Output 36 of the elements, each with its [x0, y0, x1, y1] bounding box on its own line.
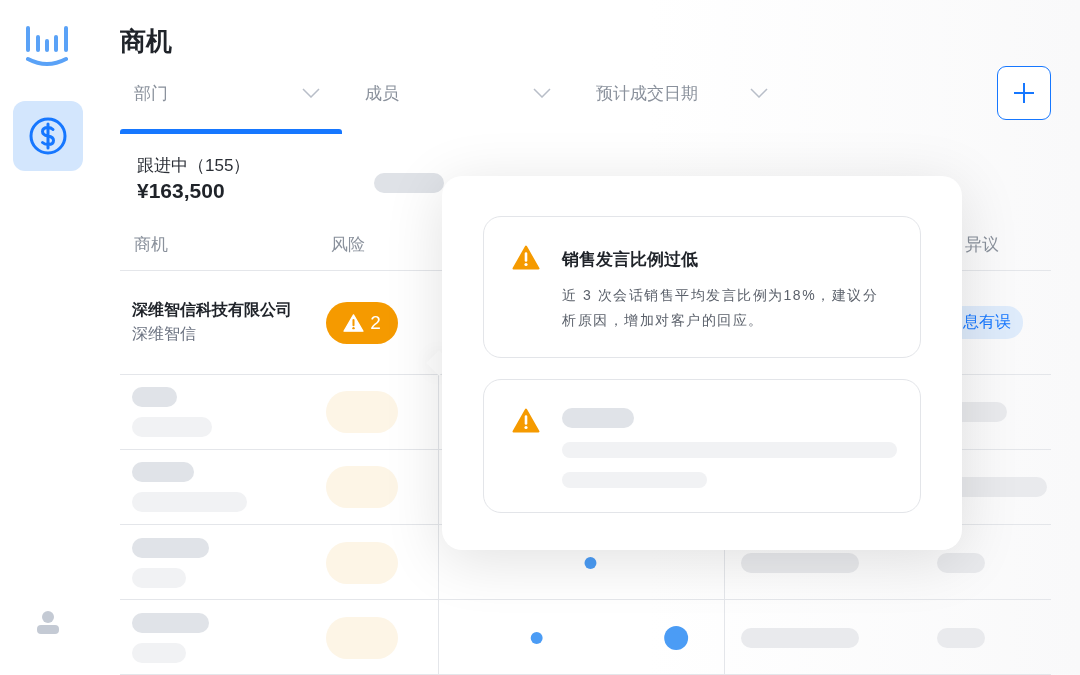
dot-marker: [584, 557, 597, 569]
alert-title: 销售发言比例过低: [562, 249, 699, 271]
company-name: 深维智信科技有限公司: [132, 300, 292, 320]
warning-icon: [343, 313, 365, 332]
skeleton-bar: [937, 552, 985, 573]
chevron-down-icon: [533, 88, 551, 98]
column-header: 异议: [965, 234, 999, 256]
logo-icon: [25, 25, 69, 67]
skeleton-badge: [326, 391, 398, 433]
column-header: 风险: [331, 234, 365, 256]
filter-dropdown[interactable]: 预计成交日期: [582, 81, 768, 105]
skeleton-bar: [374, 173, 444, 193]
skeleton-bar: [562, 408, 634, 428]
sidebar-item[interactable]: [13, 101, 83, 171]
skeleton-bar: [132, 387, 177, 407]
skeleton-bar: [132, 462, 194, 482]
chevron-down-icon: [750, 88, 768, 98]
risk-badge[interactable]: 2: [326, 301, 398, 344]
skeleton-badge: [326, 466, 398, 508]
status-tab[interactable]: 跟进中（155） ¥163,500: [120, 129, 342, 215]
column-header: 商机: [134, 234, 168, 256]
plus-icon: [1013, 82, 1035, 104]
alert-text: 近 3 次会话销售平均发言比例为18%，建议分析原因，增加对客户的回应。: [562, 286, 880, 330]
skeleton-badge: [326, 541, 398, 584]
company-short-name: 深维智信: [132, 324, 196, 344]
dollar-icon: [28, 116, 68, 156]
warning-icon: [512, 408, 540, 433]
skeleton-badge: [326, 616, 398, 659]
dot-marker: [664, 626, 689, 650]
warning-icon: [512, 245, 540, 270]
add-button[interactable]: [997, 66, 1051, 120]
filter-dropdown[interactable]: 部门: [120, 81, 320, 105]
chevron-down-icon: [302, 88, 320, 98]
page-title: 商机: [120, 28, 172, 54]
filter-dropdown[interactable]: 成员: [351, 81, 551, 105]
dot-marker: [530, 632, 543, 644]
